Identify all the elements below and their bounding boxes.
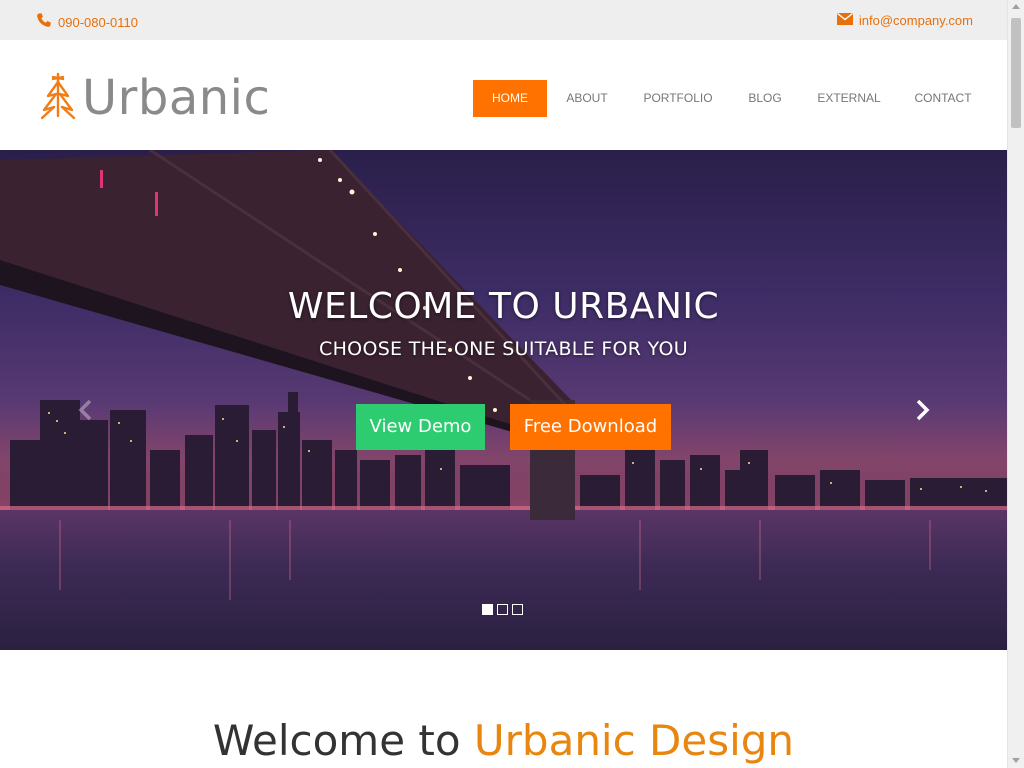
main-nav: HOME ABOUT PORTFOLIO BLOG EXTERNAL CONTA… xyxy=(473,80,989,117)
slide-dot-1[interactable] xyxy=(482,604,493,615)
phone-number[interactable]: 090-080-0110 xyxy=(58,15,138,31)
site-logo[interactable]: Urbanic xyxy=(40,70,270,125)
nav-blog[interactable]: BLOG xyxy=(729,80,801,117)
view-demo-button[interactable]: View Demo xyxy=(356,404,485,450)
page: 090-080-0110 info@company.com Urbanic HO… xyxy=(0,0,1024,768)
vertical-scrollbar[interactable] xyxy=(1007,0,1024,768)
chevron-left-icon[interactable] xyxy=(74,398,98,422)
slider-pagination xyxy=(482,604,523,615)
scroll-up-icon[interactable] xyxy=(1012,4,1020,9)
chevron-right-icon[interactable] xyxy=(910,398,934,422)
free-download-button[interactable]: Free Download xyxy=(510,404,671,450)
tree-icon xyxy=(40,70,76,125)
nav-external[interactable]: EXTERNAL xyxy=(801,80,897,117)
nav-contact[interactable]: CONTACT xyxy=(897,80,989,117)
city-bridge-image xyxy=(0,150,1007,650)
section-heading: Welcome to Urbanic Design xyxy=(0,716,1007,766)
heading-plain: Welcome to xyxy=(212,716,474,765)
hero-title: WELCOME TO URBANIC xyxy=(287,286,720,327)
logo-text: Urbanic xyxy=(82,69,271,126)
hero-subtitle: CHOOSE THE ONE SUITABLE FOR YOU xyxy=(319,338,688,360)
nav-portfolio[interactable]: PORTFOLIO xyxy=(627,80,729,117)
nav-home[interactable]: HOME xyxy=(473,80,547,117)
envelope-icon xyxy=(836,12,853,30)
email-address[interactable]: info@company.com xyxy=(859,13,973,29)
slide-dot-3[interactable] xyxy=(512,604,523,615)
nav-about[interactable]: ABOUT xyxy=(547,80,627,117)
hero-slider: WELCOME TO URBANIC CHOOSE THE ONE SUITAB… xyxy=(0,150,1007,650)
phone-contact[interactable]: 090-080-0110 xyxy=(36,12,138,33)
scroll-down-icon[interactable] xyxy=(1012,758,1020,763)
scrollbar-thumb[interactable] xyxy=(1011,18,1021,128)
contact-bar: 090-080-0110 info@company.com xyxy=(0,0,1007,40)
site-header: Urbanic HOME ABOUT PORTFOLIO BLOG EXTERN… xyxy=(0,40,1007,150)
heading-accent: Urbanic Design xyxy=(473,716,795,765)
slide-dot-2[interactable] xyxy=(497,604,508,615)
email-contact[interactable]: info@company.com xyxy=(836,12,973,30)
phone-icon xyxy=(36,12,52,33)
